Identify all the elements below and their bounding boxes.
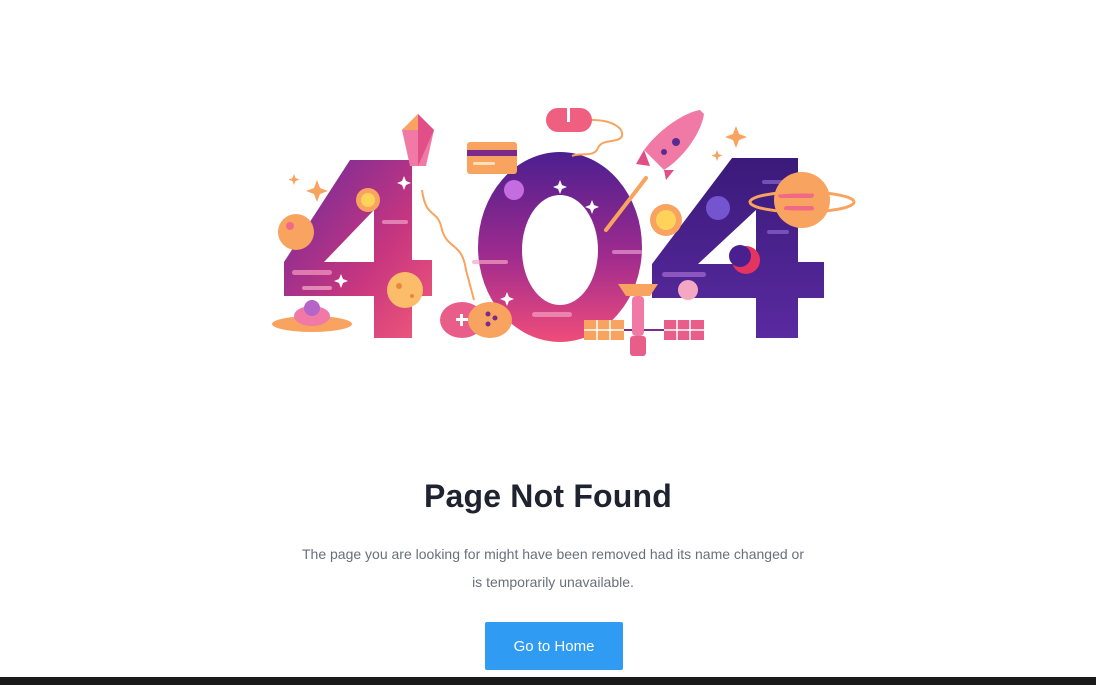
coin-icon <box>650 204 682 236</box>
gem-icon <box>402 114 434 166</box>
not-found-page: Page Not Found The page you are looking … <box>0 0 1096 685</box>
404-illustration <box>272 108 856 356</box>
page-title: Page Not Found <box>423 478 673 514</box>
credit-card-icon <box>467 142 517 174</box>
rocket-icon <box>636 110 704 180</box>
glow-orb-icon <box>706 196 730 220</box>
sun-icon <box>356 188 380 212</box>
mouse-icon <box>546 108 624 157</box>
go-to-home-button[interactable]: Go to Home <box>485 622 623 670</box>
game-controller-icon <box>440 302 512 338</box>
ufo-icon <box>272 300 352 332</box>
purple-planet-icon <box>504 180 524 200</box>
bottom-edge-bar <box>0 677 1096 685</box>
orange-planet-icon <box>278 214 314 250</box>
error-message: The page you are looking for might have … <box>302 546 804 590</box>
pink-planet-icon <box>678 280 698 300</box>
small-planet-icon <box>387 272 423 308</box>
